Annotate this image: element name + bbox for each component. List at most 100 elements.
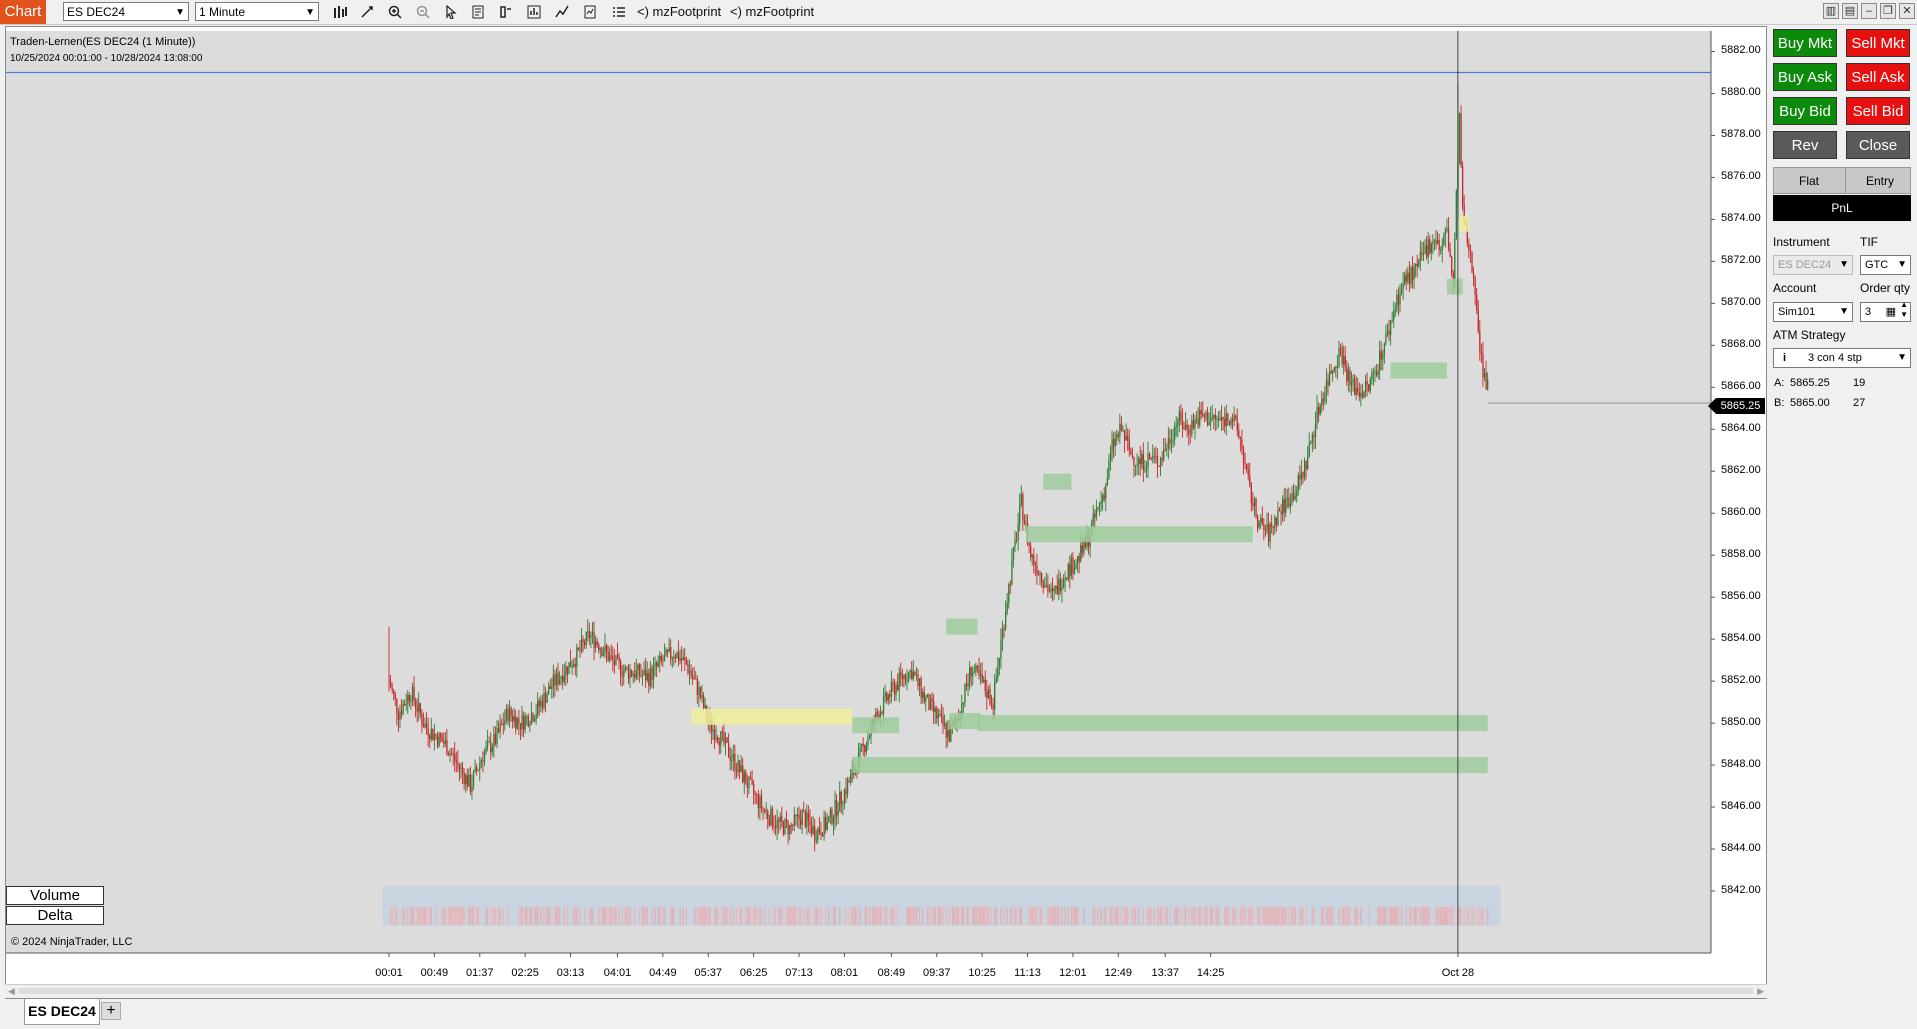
delta-bar — [1033, 907, 1035, 925]
candle-body — [781, 816, 783, 822]
volume-panel-label[interactable]: Volume — [6, 886, 104, 905]
delta-bar — [1416, 907, 1418, 925]
candle-body — [1299, 475, 1301, 480]
tab-es-dec24[interactable]: ES DEC24 — [24, 999, 100, 1025]
calculator-icon[interactable]: ▦ — [1886, 303, 1896, 321]
candle-body — [558, 679, 561, 685]
delta-bar — [418, 907, 420, 925]
delta-bar — [1169, 907, 1171, 925]
candle-body — [840, 791, 842, 804]
atm-strategy-select[interactable]: i 3 con 4 stp ▼ — [1773, 348, 1911, 368]
candle-body — [685, 659, 688, 664]
candle-body — [986, 691, 988, 699]
delta-bar — [1357, 907, 1359, 925]
delta-bar — [815, 907, 817, 925]
candle-body — [1186, 424, 1188, 430]
delta-bar — [1131, 907, 1134, 925]
tif-select[interactable]: GTC ▼ — [1860, 255, 1911, 275]
order-qty-stepper[interactable]: 3 ▦ ▲ ▼ — [1860, 300, 1911, 322]
candle-body — [1045, 584, 1047, 586]
delta-bar — [961, 907, 963, 925]
scrollbar-thumb[interactable] — [19, 988, 1753, 994]
candle-body — [876, 712, 878, 715]
candle-body — [1413, 266, 1415, 280]
candle-body — [693, 678, 695, 680]
price-chart[interactable] — [0, 0, 1917, 1029]
candle-body — [1449, 248, 1451, 257]
delta-bar — [490, 907, 492, 925]
candle-body — [485, 746, 487, 753]
candle-body — [962, 703, 965, 705]
add-tab-icon[interactable]: + — [101, 1002, 121, 1020]
sell-ask-button[interactable]: Sell Ask — [1846, 63, 1910, 91]
delta-bar — [774, 907, 777, 925]
candle-body — [1480, 351, 1483, 354]
candle-body — [651, 668, 653, 681]
buy-market-button[interactable]: Buy Mkt — [1773, 29, 1837, 57]
candle-body — [1042, 581, 1044, 588]
delta-bar — [419, 907, 421, 925]
sell-bid-button[interactable]: Sell Bid — [1846, 97, 1910, 125]
candle-body — [767, 811, 769, 819]
candle-body — [419, 703, 421, 715]
delta-bar — [435, 907, 437, 925]
delta-bar — [817, 907, 819, 925]
buy-bid-button[interactable]: Buy Bid — [1773, 97, 1837, 125]
sell-market-button[interactable]: Sell Mkt — [1846, 29, 1910, 57]
candle-body — [864, 745, 866, 753]
candle-body — [682, 657, 684, 661]
candle-body — [1174, 426, 1176, 440]
delta-bar — [1041, 907, 1043, 925]
candle-body — [940, 714, 943, 717]
candle-body — [1055, 585, 1057, 589]
candle-body — [1487, 379, 1489, 390]
candle-body — [989, 689, 991, 704]
horizontal-scrollbar[interactable]: ◀ ▶ — [5, 984, 1767, 998]
account-select[interactable]: Sim101 ▼ — [1773, 302, 1853, 322]
candle-body — [1017, 523, 1019, 541]
candle-body — [1429, 239, 1431, 253]
delta-bar — [939, 907, 941, 925]
candle-body — [823, 816, 825, 837]
instrument-select-value: ES DEC24 — [1778, 259, 1832, 271]
delta-bar — [682, 907, 684, 925]
delta-bar — [1471, 907, 1473, 925]
candle-body — [931, 698, 933, 702]
close-position-button[interactable]: Close — [1846, 131, 1910, 159]
candle-body — [751, 779, 753, 784]
candle-body — [1147, 453, 1149, 468]
candle-body — [577, 647, 580, 650]
delta-panel-label[interactable]: Delta — [6, 906, 104, 925]
candle-body — [1158, 465, 1160, 467]
candle-body — [637, 664, 639, 670]
reverse-button[interactable]: Rev — [1773, 131, 1837, 159]
candle-body — [1474, 277, 1476, 295]
candle-body — [793, 814, 796, 826]
info-icon[interactable]: i — [1783, 349, 1786, 367]
candle-body — [1446, 228, 1448, 231]
scroll-right-icon[interactable]: ▶ — [1757, 986, 1764, 997]
candle-body — [1159, 458, 1162, 467]
delta-bar — [1283, 907, 1285, 925]
candle-body — [522, 715, 525, 730]
delta-bar — [1180, 907, 1182, 925]
candle-body — [770, 808, 772, 826]
stepper-arrows-icon[interactable]: ▲ ▼ — [1900, 300, 1908, 320]
buy-ask-button[interactable]: Buy Ask — [1773, 63, 1837, 91]
candle-body — [1152, 456, 1154, 459]
scroll-left-icon[interactable]: ◀ — [8, 986, 15, 997]
delta-bar — [1397, 907, 1400, 925]
candle-body — [1150, 457, 1152, 459]
y-tick-label: 5854.00 — [1721, 632, 1761, 645]
candle-body — [809, 820, 811, 825]
candle-body — [1424, 245, 1426, 254]
delta-bar — [748, 907, 750, 925]
candle-body — [782, 821, 785, 834]
delta-bar — [973, 907, 976, 925]
candle-body — [745, 772, 747, 785]
candle-body — [964, 683, 966, 704]
candle-body — [1244, 463, 1246, 465]
delta-bar — [615, 907, 617, 925]
delta-bar — [638, 907, 641, 925]
candle-body — [1328, 371, 1331, 386]
